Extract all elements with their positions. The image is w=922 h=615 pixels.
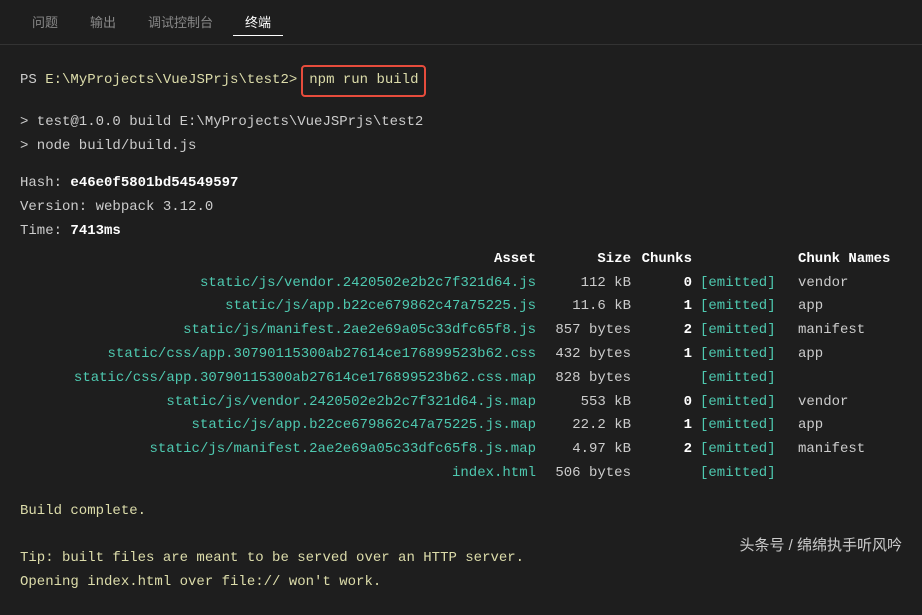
header-size: Size: [540, 248, 635, 272]
prompt-path: E:\MyProjects\VueJSPrjs\test2>: [45, 72, 297, 88]
time-value: 7413ms: [70, 223, 120, 239]
chunks-cell: 1: [635, 414, 700, 438]
size-cell: 506 bytes: [540, 462, 635, 486]
size-cell: 432 bytes: [540, 343, 635, 367]
emitted-cell: [emitted]: [700, 367, 790, 391]
names-cell: manifest: [790, 438, 900, 462]
chunks-cell: [635, 367, 700, 391]
table-row: static/css/app.30790115300ab27614ce17689…: [20, 343, 902, 367]
asset-cell: index.html: [20, 462, 540, 486]
chunks-cell: 0: [635, 391, 700, 415]
size-cell: 828 bytes: [540, 367, 635, 391]
names-cell: manifest: [790, 319, 900, 343]
chunks-cell: [635, 462, 700, 486]
version-value: webpack 3.12.0: [96, 199, 214, 215]
tip-line-2: Opening index.html over file:// won't wo…: [20, 571, 902, 595]
names-cell: vendor: [790, 391, 900, 415]
size-cell: 4.97 kB: [540, 438, 635, 462]
asset-cell: static/js/vendor.2420502e2b2c7f321d64.js: [20, 272, 540, 296]
prompt-line: PS E:\MyProjects\VueJSPrjs\test2> npm run…: [20, 65, 902, 97]
asset-cell: static/css/app.30790115300ab27614ce17689…: [20, 367, 540, 391]
chunks-cell: 1: [635, 295, 700, 319]
table-row: static/js/app.b22ce679862c47a75225.js11.…: [20, 295, 902, 319]
terminal-content[interactable]: PS E:\MyProjects\VueJSPrjs\test2> npm run…: [0, 45, 922, 615]
table-row: index.html506 bytes [emitted]: [20, 462, 902, 486]
header-chunks: Chunks: [635, 248, 700, 272]
emitted-cell: [emitted]: [700, 391, 790, 415]
exec-line-2: > node build/build.js: [20, 135, 902, 159]
emitted-cell: [emitted]: [700, 272, 790, 296]
names-cell: vendor: [790, 272, 900, 296]
emitted-cell: [emitted]: [700, 343, 790, 367]
size-cell: 22.2 kB: [540, 414, 635, 438]
build-table: Asset Size Chunks Chunk Names static/js/…: [20, 248, 902, 486]
table-row: static/js/app.b22ce679862c47a75225.js.ma…: [20, 414, 902, 438]
build-complete: Build complete.: [20, 500, 902, 524]
header-emitted: [700, 248, 790, 272]
stats-block: Hash: e46e0f5801bd54549597 Version: webp…: [20, 172, 902, 243]
size-cell: 857 bytes: [540, 319, 635, 343]
time-line: Time: 7413ms: [20, 220, 902, 244]
chunks-cell: 0: [635, 272, 700, 296]
names-cell: app: [790, 295, 900, 319]
emitted-cell: [emitted]: [700, 462, 790, 486]
header-names: Chunk Names: [790, 248, 900, 272]
table-row: static/css/app.30790115300ab27614ce17689…: [20, 367, 902, 391]
size-cell: 11.6 kB: [540, 295, 635, 319]
names-cell: [790, 367, 900, 391]
table-header: Asset Size Chunks Chunk Names: [20, 248, 902, 272]
names-cell: [790, 462, 900, 486]
exec-block: > test@1.0.0 build E:\MyProjects\VueJSPr…: [20, 111, 902, 159]
chunks-cell: 2: [635, 438, 700, 462]
asset-cell: static/css/app.30790115300ab27614ce17689…: [20, 343, 540, 367]
asset-cell: static/js/manifest.2ae2e69a05c33dfc65f8.…: [20, 319, 540, 343]
time-label: Time:: [20, 223, 70, 239]
asset-cell: static/js/app.b22ce679862c47a75225.js.ma…: [20, 414, 540, 438]
hash-value: e46e0f5801bd54549597: [70, 175, 238, 191]
ps-label: PS: [20, 72, 45, 88]
exec-line-1: > test@1.0.0 build E:\MyProjects\VueJSPr…: [20, 111, 902, 135]
hash-label: Hash:: [20, 175, 70, 191]
emitted-cell: [emitted]: [700, 414, 790, 438]
panel-tabs: 问题 输出 调试控制台 终端: [0, 0, 922, 45]
table-row: static/js/vendor.2420502e2b2c7f321d64.js…: [20, 391, 902, 415]
tab-terminal[interactable]: 终端: [233, 8, 283, 36]
header-asset: Asset: [20, 248, 540, 272]
table-row: static/js/vendor.2420502e2b2c7f321d64.js…: [20, 272, 902, 296]
version-label: Version:: [20, 199, 96, 215]
asset-cell: static/js/app.b22ce679862c47a75225.js: [20, 295, 540, 319]
emitted-cell: [emitted]: [700, 438, 790, 462]
tab-debug-console[interactable]: 调试控制台: [136, 8, 225, 36]
names-cell: app: [790, 414, 900, 438]
version-line: Version: webpack 3.12.0: [20, 196, 902, 220]
asset-cell: static/js/vendor.2420502e2b2c7f321d64.js…: [20, 391, 540, 415]
command-highlight: npm run build: [301, 65, 426, 97]
watermark: 头条号 / 绵绵执手听风吟: [739, 534, 902, 555]
emitted-cell: [emitted]: [700, 319, 790, 343]
size-cell: 553 kB: [540, 391, 635, 415]
command-text: npm run build: [309, 72, 418, 88]
emitted-cell: [emitted]: [700, 295, 790, 319]
names-cell: app: [790, 343, 900, 367]
asset-cell: static/js/manifest.2ae2e69a05c33dfc65f8.…: [20, 438, 540, 462]
size-cell: 112 kB: [540, 272, 635, 296]
hash-line: Hash: e46e0f5801bd54549597: [20, 172, 902, 196]
tab-problems[interactable]: 问题: [20, 8, 70, 36]
chunks-cell: 1: [635, 343, 700, 367]
chunks-cell: 2: [635, 319, 700, 343]
table-row: static/js/manifest.2ae2e69a05c33dfc65f8.…: [20, 438, 902, 462]
tab-output[interactable]: 输出: [78, 8, 128, 36]
table-row: static/js/manifest.2ae2e69a05c33dfc65f8.…: [20, 319, 902, 343]
